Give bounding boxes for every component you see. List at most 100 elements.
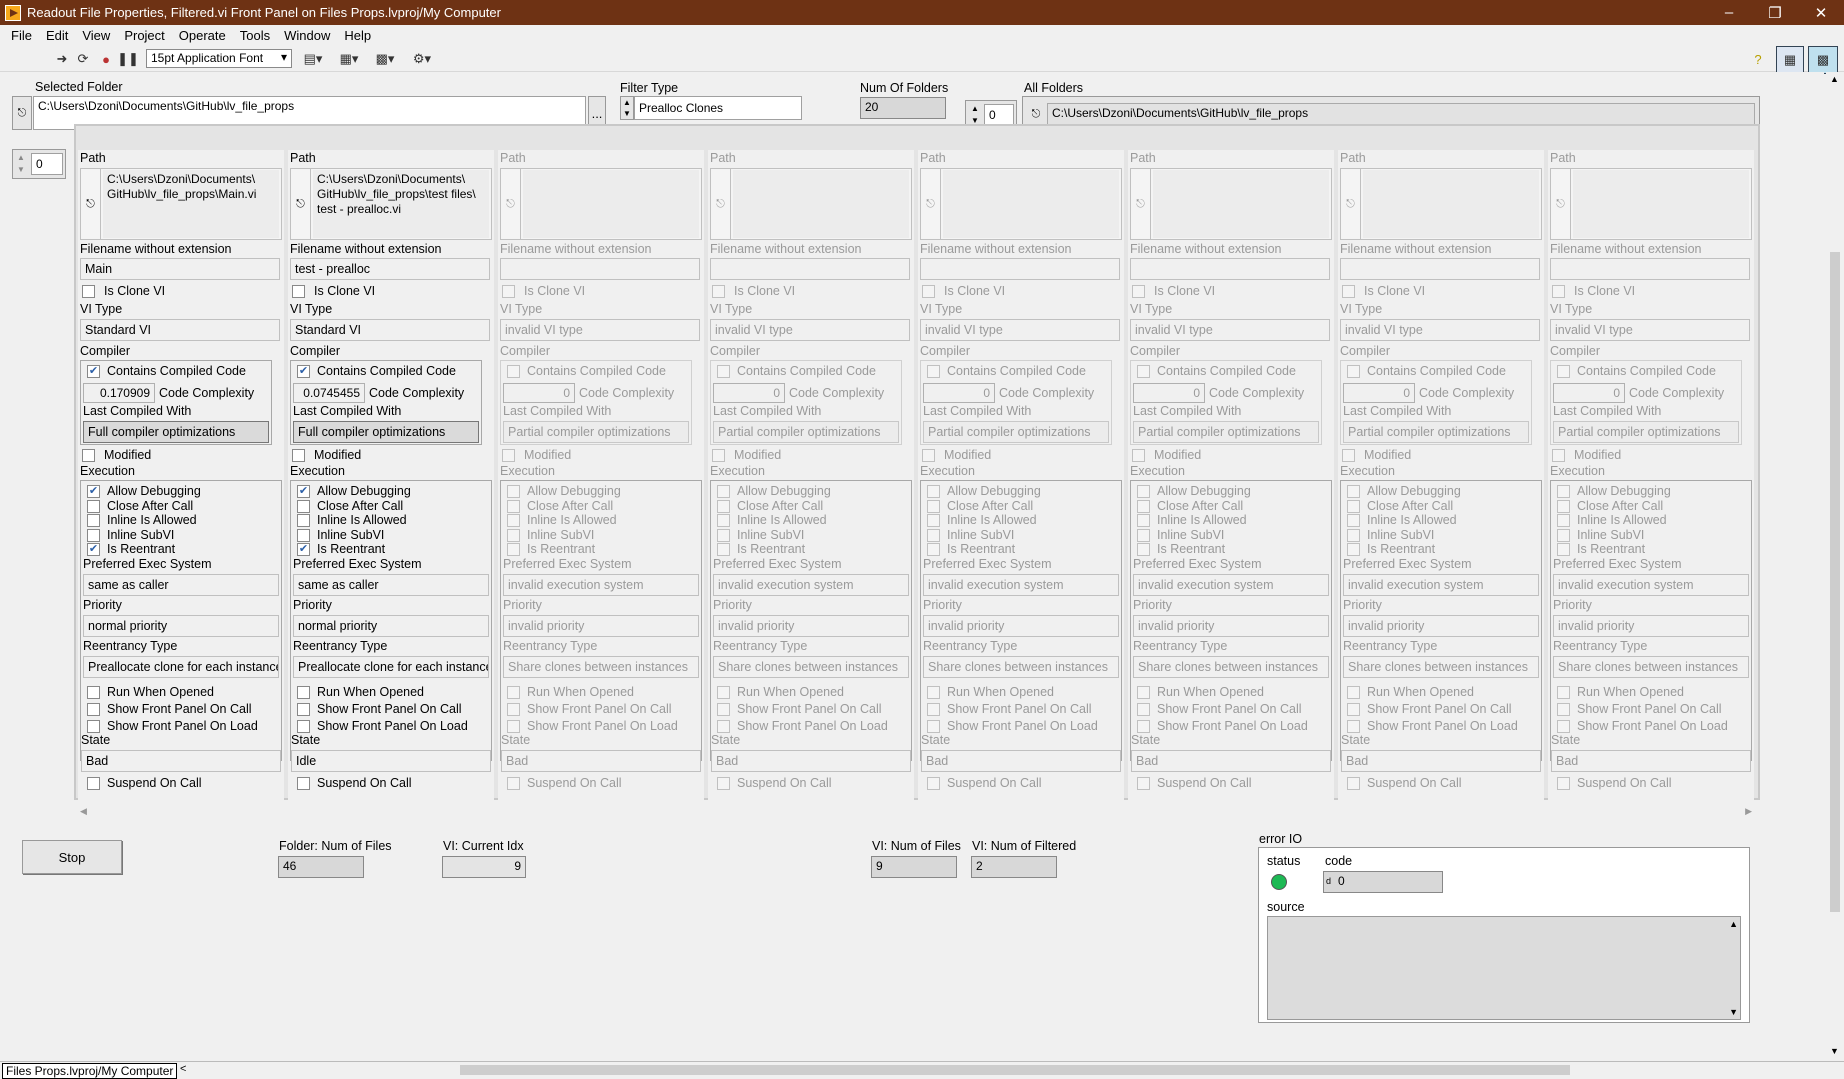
suspend-on-call-checkbox[interactable] xyxy=(1347,777,1360,790)
modified-checkbox[interactable] xyxy=(502,449,515,462)
modified-checkbox[interactable] xyxy=(292,449,305,462)
inline-allowed-checkbox[interactable] xyxy=(1557,514,1570,527)
show-fp-on-load-checkbox[interactable] xyxy=(717,720,730,733)
close-after-call-checkbox[interactable] xyxy=(927,500,940,513)
modified-checkbox[interactable] xyxy=(712,449,725,462)
stop-button[interactable]: Stop xyxy=(22,840,122,874)
vi-icon[interactable]: ▩ xyxy=(1808,46,1838,74)
contains-compiled-checkbox[interactable] xyxy=(1137,365,1150,378)
is-reentrant-checkbox[interactable] xyxy=(1347,543,1360,556)
modified-checkbox[interactable] xyxy=(1552,449,1565,462)
show-fp-on-call-checkbox[interactable] xyxy=(87,703,100,716)
modified-checkbox[interactable] xyxy=(82,449,95,462)
scroll-up-icon[interactable]: ▲ xyxy=(1830,74,1839,84)
inline-allowed-checkbox[interactable] xyxy=(297,514,310,527)
is-clone-checkbox[interactable] xyxy=(712,285,725,298)
font-select[interactable]: 15pt Application Font ▾ xyxy=(146,49,292,68)
suspend-on-call-checkbox[interactable] xyxy=(297,777,310,790)
inline-allowed-checkbox[interactable] xyxy=(717,514,730,527)
close-after-call-checkbox[interactable] xyxy=(1137,500,1150,513)
run-when-opened-checkbox[interactable] xyxy=(717,686,730,699)
run-when-opened-checkbox[interactable] xyxy=(507,686,520,699)
is-reentrant-checkbox[interactable] xyxy=(1557,543,1570,556)
contains-compiled-checkbox[interactable] xyxy=(717,365,730,378)
show-fp-on-load-checkbox[interactable] xyxy=(1557,720,1570,733)
close-after-call-checkbox[interactable] xyxy=(717,500,730,513)
inline-allowed-checkbox[interactable] xyxy=(927,514,940,527)
close-after-call-checkbox[interactable] xyxy=(1347,500,1360,513)
inline-allowed-checkbox[interactable] xyxy=(87,514,100,527)
is-clone-checkbox[interactable] xyxy=(1132,285,1145,298)
connector-pane-icon[interactable]: ▦ xyxy=(1776,46,1804,74)
is-reentrant-checkbox[interactable] xyxy=(717,543,730,556)
allow-debugging-checkbox[interactable] xyxy=(717,485,730,498)
menu-project[interactable]: Project xyxy=(117,28,171,43)
suspend-on-call-checkbox[interactable] xyxy=(927,777,940,790)
is-clone-checkbox[interactable] xyxy=(502,285,515,298)
align-objects-icon[interactable]: ▤▾ xyxy=(300,50,326,68)
allow-debugging-checkbox[interactable]: ✔ xyxy=(87,485,100,498)
scroll-left-icon[interactable]: < xyxy=(180,1063,186,1075)
is-reentrant-checkbox[interactable] xyxy=(927,543,940,556)
suspend-on-call-checkbox[interactable] xyxy=(1137,777,1150,790)
array-hscroll[interactable]: ◀ ▶ xyxy=(80,806,1752,818)
show-fp-on-load-checkbox[interactable] xyxy=(297,720,310,733)
close-after-call-checkbox[interactable] xyxy=(1557,500,1570,513)
filter-type-select[interactable]: Prealloc Clones xyxy=(634,96,802,120)
context-help-icon[interactable]: ? xyxy=(1750,50,1766,68)
is-clone-checkbox[interactable] xyxy=(1552,285,1565,298)
inline-subvi-checkbox[interactable] xyxy=(297,529,310,542)
project-context[interactable]: Files Props.lvproj/My Computer xyxy=(2,1063,178,1079)
scroll-down-icon[interactable]: ▼ xyxy=(1830,1046,1839,1056)
reorder-icon[interactable]: ⚙▾ xyxy=(408,50,436,68)
show-fp-on-load-checkbox[interactable] xyxy=(507,720,520,733)
allow-debugging-checkbox[interactable] xyxy=(507,485,520,498)
show-fp-on-load-checkbox[interactable] xyxy=(1347,720,1360,733)
run-arrow-icon[interactable]: ➜ xyxy=(54,50,70,68)
run-when-opened-checkbox[interactable] xyxy=(87,686,100,699)
vscroll-thumb[interactable] xyxy=(1830,252,1840,912)
run-when-opened-checkbox[interactable] xyxy=(927,686,940,699)
close-after-call-checkbox[interactable] xyxy=(87,500,100,513)
close-after-call-checkbox[interactable] xyxy=(297,500,310,513)
inline-allowed-checkbox[interactable] xyxy=(1137,514,1150,527)
resize-objects-icon[interactable]: ▩▾ xyxy=(372,50,398,68)
run-continuously-icon[interactable]: ⟳ xyxy=(74,50,92,68)
is-clone-checkbox[interactable] xyxy=(292,285,305,298)
menu-edit[interactable]: Edit xyxy=(39,28,75,43)
is-reentrant-checkbox[interactable] xyxy=(507,543,520,556)
panel-vscroll[interactable]: ▲ ▼ xyxy=(1826,72,1844,1062)
pause-icon[interactable]: ❚❚ xyxy=(117,50,139,68)
scroll-right-icon[interactable]: ▶ xyxy=(1745,806,1752,817)
modified-checkbox[interactable] xyxy=(1342,449,1355,462)
allow-debugging-checkbox[interactable] xyxy=(927,485,940,498)
contains-compiled-checkbox[interactable]: ✔ xyxy=(297,365,310,378)
is-clone-checkbox[interactable] xyxy=(1342,285,1355,298)
run-when-opened-checkbox[interactable] xyxy=(297,686,310,699)
run-when-opened-checkbox[interactable] xyxy=(1557,686,1570,699)
contains-compiled-checkbox[interactable] xyxy=(1557,365,1570,378)
all-folders-index-input[interactable]: 0 xyxy=(984,104,1014,126)
show-fp-on-call-checkbox[interactable] xyxy=(927,703,940,716)
menu-file[interactable]: File xyxy=(4,28,39,43)
inline-subvi-checkbox[interactable] xyxy=(1347,529,1360,542)
show-fp-on-load-checkbox[interactable] xyxy=(1137,720,1150,733)
suspend-on-call-checkbox[interactable] xyxy=(507,777,520,790)
allow-debugging-checkbox[interactable] xyxy=(1137,485,1150,498)
allow-debugging-checkbox[interactable]: ✔ xyxy=(297,485,310,498)
show-fp-on-call-checkbox[interactable] xyxy=(507,703,520,716)
allow-debugging-checkbox[interactable] xyxy=(1557,485,1570,498)
restore-icon[interactable]: ❐ xyxy=(1752,4,1798,22)
menu-help[interactable]: Help xyxy=(337,28,378,43)
is-reentrant-checkbox[interactable] xyxy=(1137,543,1150,556)
distribute-objects-icon[interactable]: ▦▾ xyxy=(336,50,362,68)
vi-array-index-input[interactable]: 0 xyxy=(31,153,63,175)
inline-subvi-checkbox[interactable] xyxy=(1137,529,1150,542)
modified-checkbox[interactable] xyxy=(1132,449,1145,462)
inline-subvi-checkbox[interactable] xyxy=(507,529,520,542)
suspend-on-call-checkbox[interactable] xyxy=(87,777,100,790)
is-reentrant-checkbox[interactable]: ✔ xyxy=(87,543,100,556)
run-when-opened-checkbox[interactable] xyxy=(1137,686,1150,699)
close-icon[interactable]: ✕ xyxy=(1798,4,1844,22)
menu-tools[interactable]: Tools xyxy=(233,28,277,43)
